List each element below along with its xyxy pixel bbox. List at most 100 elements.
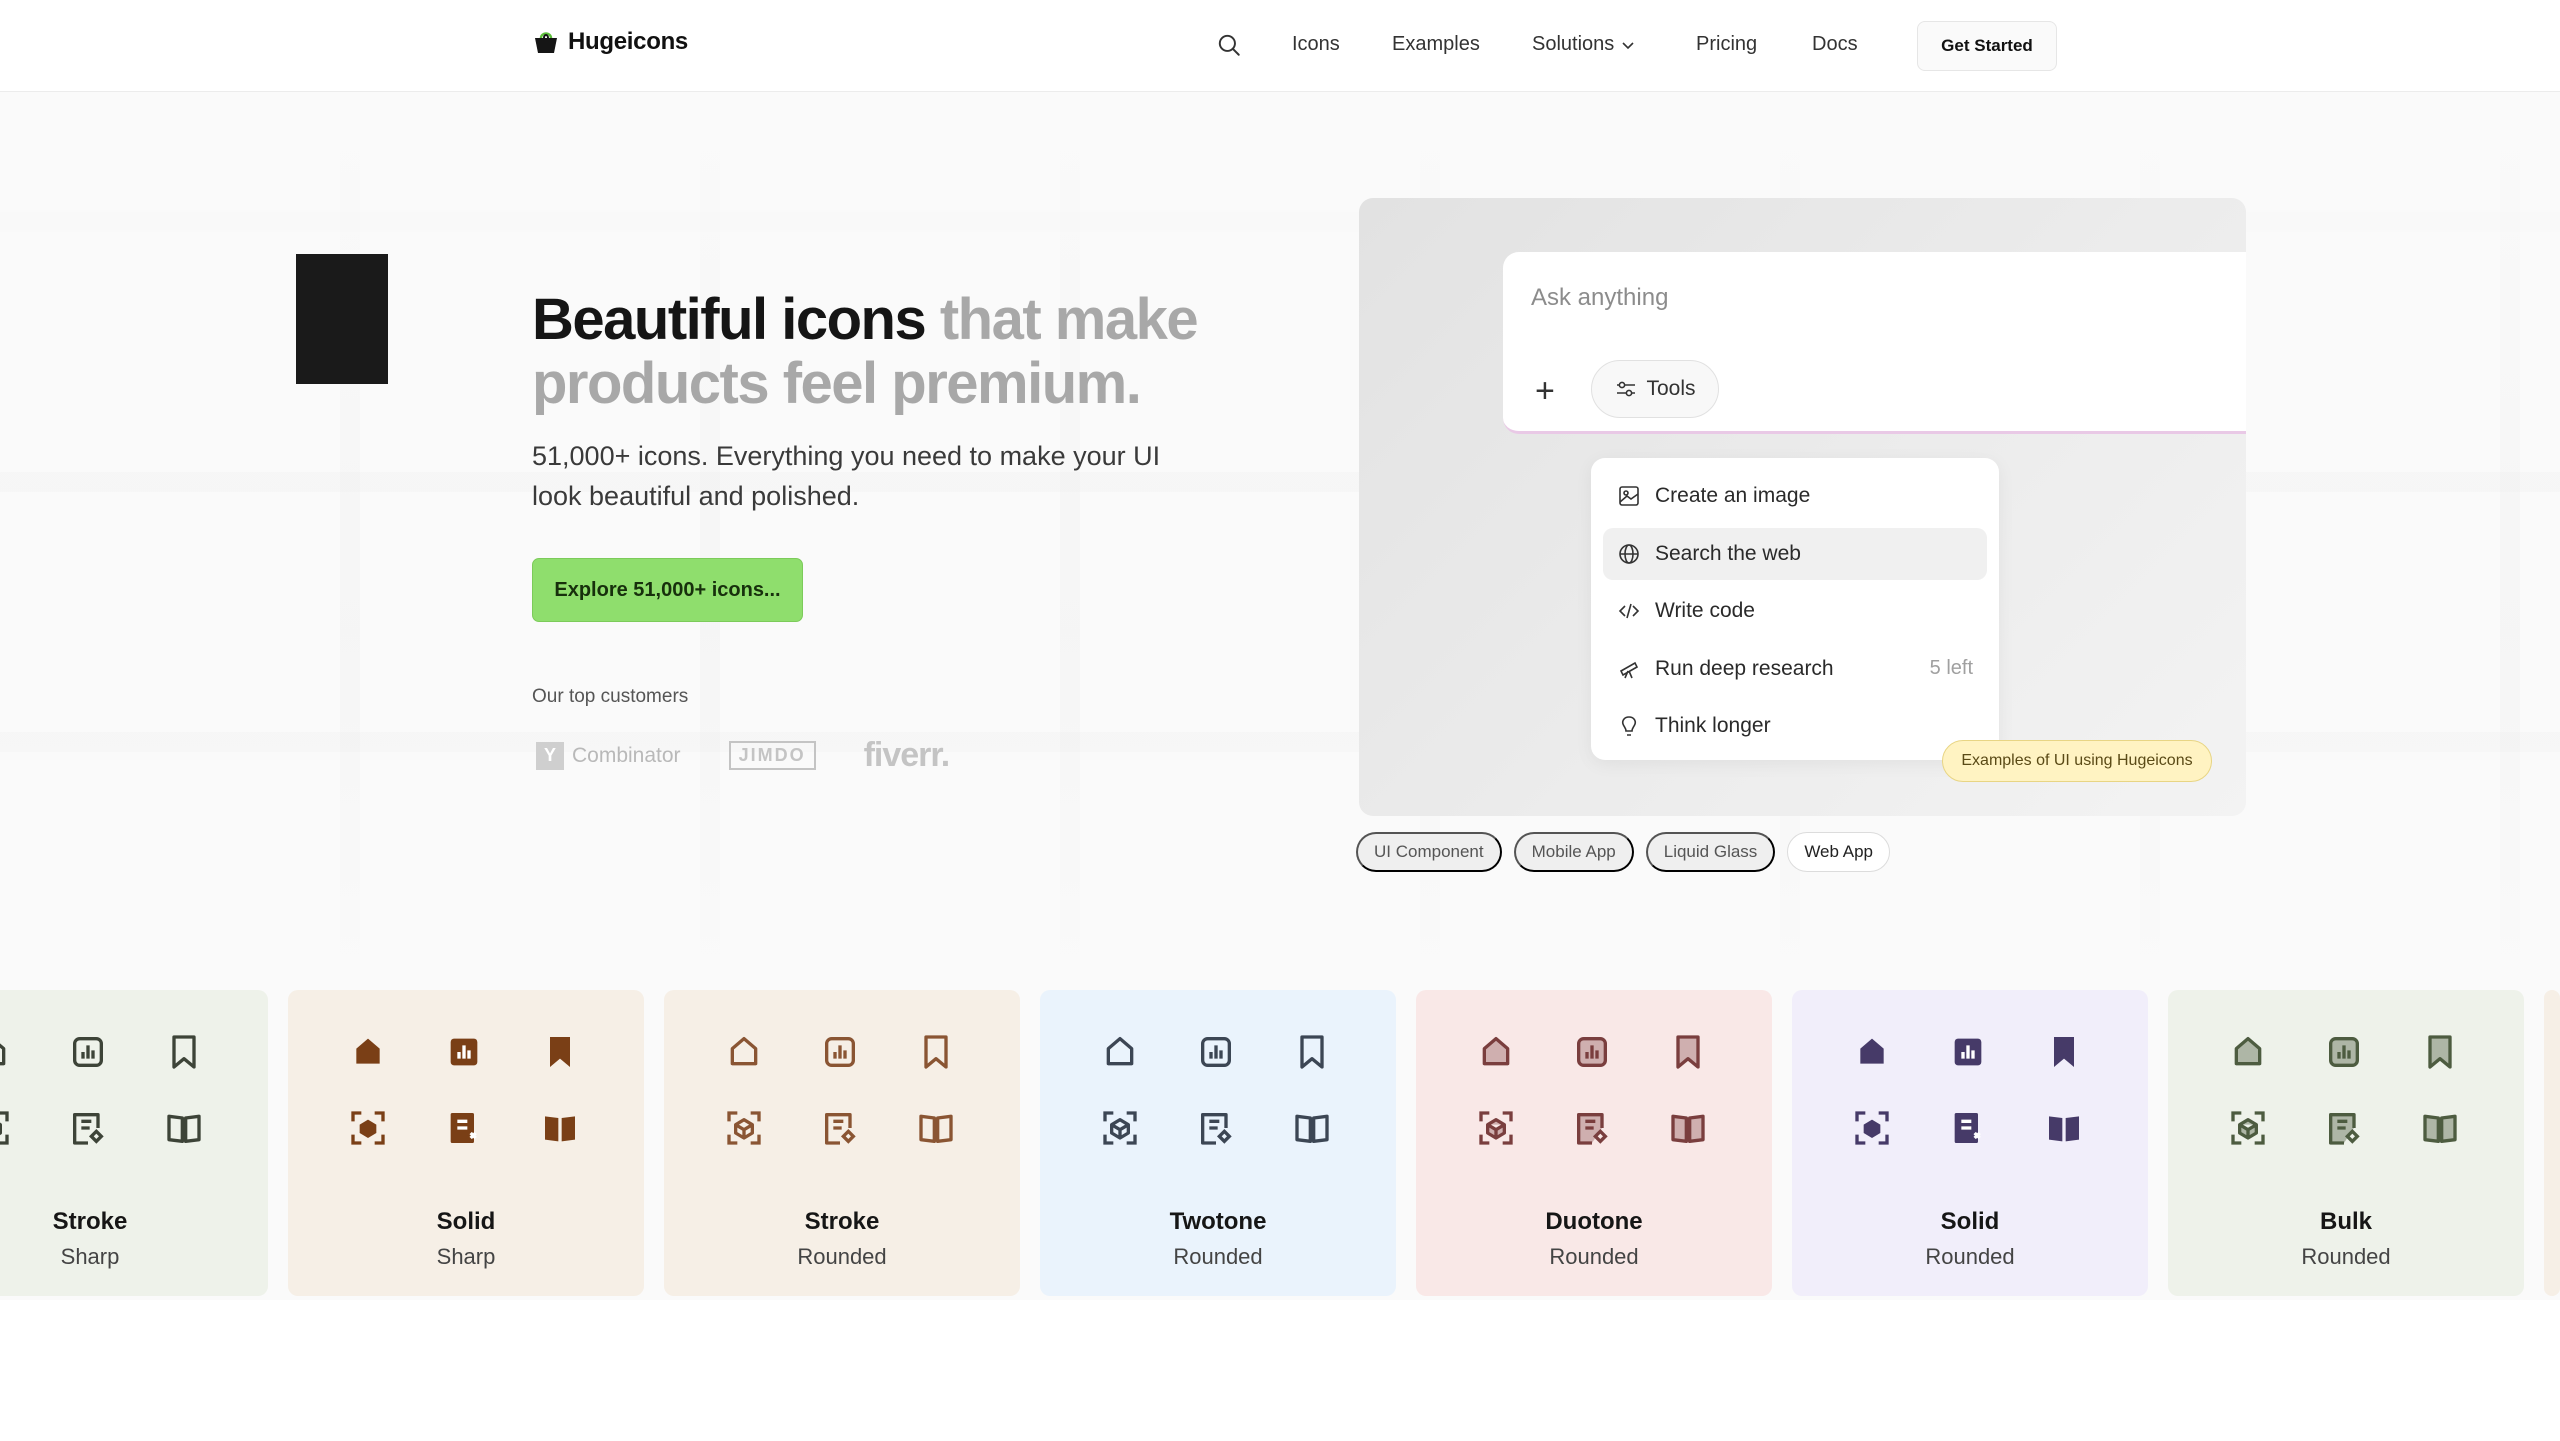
- tools-button[interactable]: Tools: [1591, 360, 1719, 418]
- bookmark-icon: [1676, 1035, 1700, 1069]
- menu-item-label: Run deep research: [1655, 656, 1834, 680]
- bookmark-icon: [924, 1035, 948, 1069]
- customer-logos: Y Combinator JIMDO fiverr.: [536, 736, 951, 775]
- home-icon: [1860, 1038, 1884, 1064]
- bookmark-icon: [550, 1037, 570, 1067]
- note-edit-icon: [1201, 1113, 1232, 1145]
- note-edit-icon: [73, 1113, 104, 1145]
- yc-text: Combinator: [572, 743, 681, 767]
- style-variant: Rounded: [1549, 1244, 1639, 1269]
- hero-title-main: Beautiful icons: [532, 287, 927, 352]
- tab-web-app[interactable]: Web App: [1787, 832, 1890, 872]
- jimdo-logo: JIMDO: [728, 741, 816, 770]
- cube-scan-icon: [351, 1111, 385, 1145]
- tab-mobile-app[interactable]: Mobile App: [1513, 832, 1634, 872]
- chart-icon: [1201, 1037, 1231, 1067]
- style-name: Solid: [1940, 1208, 2000, 1235]
- chart-icon: [1577, 1037, 1607, 1067]
- tools-label: Tools: [1646, 377, 1696, 400]
- style-variant: Rounded: [797, 1244, 887, 1269]
- style-variant: Rounded: [1925, 1244, 2015, 1269]
- basket-logo-icon: [535, 32, 557, 53]
- menu-item-deep-research[interactable]: Run deep research 5 left: [1603, 643, 1987, 695]
- ask-input-box[interactable]: Ask anything + Tools: [1503, 252, 2246, 434]
- book-open-icon: [1671, 1114, 1705, 1143]
- code-icon: [1618, 603, 1640, 619]
- home-icon: [1482, 1037, 1510, 1066]
- usage-left: 5 left: [1929, 657, 1973, 679]
- cube-scan-icon: [1479, 1111, 1513, 1145]
- note-edit-icon: [825, 1113, 856, 1145]
- nav-examples[interactable]: Examples: [1392, 33, 1480, 56]
- chart-icon: [73, 1037, 103, 1067]
- ask-placeholder: Ask anything: [1531, 284, 1669, 311]
- menu-item-label: Create an image: [1655, 484, 1811, 507]
- explore-icons-button[interactable]: Explore 51,000+ icons...: [532, 558, 803, 622]
- style-card-stroke-rounded[interactable]: Stroke Rounded: [664, 990, 1020, 1296]
- menu-item-label: Think longer: [1655, 714, 1771, 737]
- menu-item-create-image[interactable]: Create an image: [1603, 470, 1987, 522]
- menu-item-search-web[interactable]: Search the web: [1603, 527, 1987, 580]
- ui-demo-panel: Ask anything + Tools Create an image Sea…: [1359, 198, 2246, 816]
- style-name: Stroke: [804, 1208, 880, 1235]
- home-icon: [1106, 1037, 1134, 1066]
- nav-pricing[interactable]: Pricing: [1696, 33, 1757, 56]
- get-started-button[interactable]: Get Started: [1917, 21, 2057, 71]
- note-edit-icon: [2329, 1113, 2360, 1145]
- tools-menu: Create an image Search the web Write cod…: [1591, 458, 1999, 760]
- cube-scan-icon: [727, 1111, 761, 1145]
- tab-liquid-glass[interactable]: Liquid Glass: [1645, 832, 1776, 872]
- book-open-icon: [919, 1114, 953, 1143]
- telescope-icon: [1619, 661, 1639, 678]
- icon-samples: [2228, 1032, 2468, 1168]
- note-edit-icon: [450, 1113, 477, 1143]
- style-card-partial[interactable]: [2544, 990, 2560, 1296]
- fiverr-logo: fiverr.: [863, 736, 951, 774]
- bookmark-icon: [2054, 1037, 2074, 1067]
- style-variant: Rounded: [1173, 1244, 1263, 1269]
- style-name: Bulk: [2319, 1208, 2372, 1235]
- cube-scan-icon: [0, 1111, 9, 1145]
- nav-solutions-label: Solutions: [1532, 33, 1615, 55]
- tab-ui-component[interactable]: UI Component: [1356, 832, 1502, 872]
- menu-item-write-code[interactable]: Write code: [1603, 585, 1987, 637]
- hero-title: Beautiful icons that make products feel …: [532, 288, 1232, 416]
- demo-tabs: UI Component Mobile App Liquid Glass Web…: [1356, 832, 1890, 872]
- footer-space: [0, 1300, 2560, 1441]
- nav-solutions[interactable]: Solutions: [1532, 33, 1636, 56]
- style-card-twotone-rounded[interactable]: Twotone Rounded: [1040, 990, 1396, 1296]
- icon-samples: [724, 1032, 964, 1168]
- brand-logo[interactable]: Hugeicons: [532, 28, 688, 56]
- style-name: Twotone: [1169, 1208, 1267, 1235]
- cube-scan-icon: [1855, 1111, 1889, 1145]
- bookmark-icon: [2428, 1035, 2452, 1069]
- style-card-duotone-rounded[interactable]: Duotone Rounded: [1416, 990, 1772, 1296]
- plus-icon[interactable]: +: [1535, 374, 1555, 408]
- home-icon: [356, 1038, 380, 1064]
- style-card-solid-rounded[interactable]: Solid Rounded: [1792, 990, 2148, 1296]
- note-edit-icon: [1954, 1113, 1981, 1143]
- menu-item-label: Write code: [1655, 599, 1755, 622]
- sliders-icon: [1617, 381, 1636, 397]
- style-card-bulk-rounded[interactable]: Bulk Rounded: [2168, 990, 2524, 1296]
- menu-item-think-longer[interactable]: Think longer: [1603, 700, 1987, 752]
- yc-mark: Y: [536, 741, 564, 770]
- style-card-stroke-sharp[interactable]: Stroke Sharp: [0, 990, 268, 1296]
- globe-icon: [1619, 543, 1639, 564]
- style-variant: Rounded: [2301, 1244, 2391, 1269]
- icon-samples: [0, 1032, 212, 1168]
- icon-samples: [1100, 1032, 1340, 1168]
- nav-docs[interactable]: Docs: [1812, 33, 1858, 56]
- search-icon[interactable]: [1216, 32, 1242, 58]
- icon-samples: [1852, 1032, 2092, 1168]
- book-open-icon: [167, 1114, 201, 1143]
- image-icon: [1619, 486, 1639, 506]
- home-icon: [0, 1043, 6, 1066]
- book-open-icon: [1295, 1114, 1329, 1143]
- nav-icons[interactable]: Icons: [1292, 33, 1340, 56]
- brand-name: Hugeicons: [568, 28, 688, 55]
- style-card-solid-sharp[interactable]: Solid Sharp: [288, 990, 644, 1296]
- bookmark-icon: [1300, 1035, 1324, 1069]
- cube-scan-icon: [2231, 1111, 2265, 1145]
- book-open-icon: [545, 1116, 575, 1142]
